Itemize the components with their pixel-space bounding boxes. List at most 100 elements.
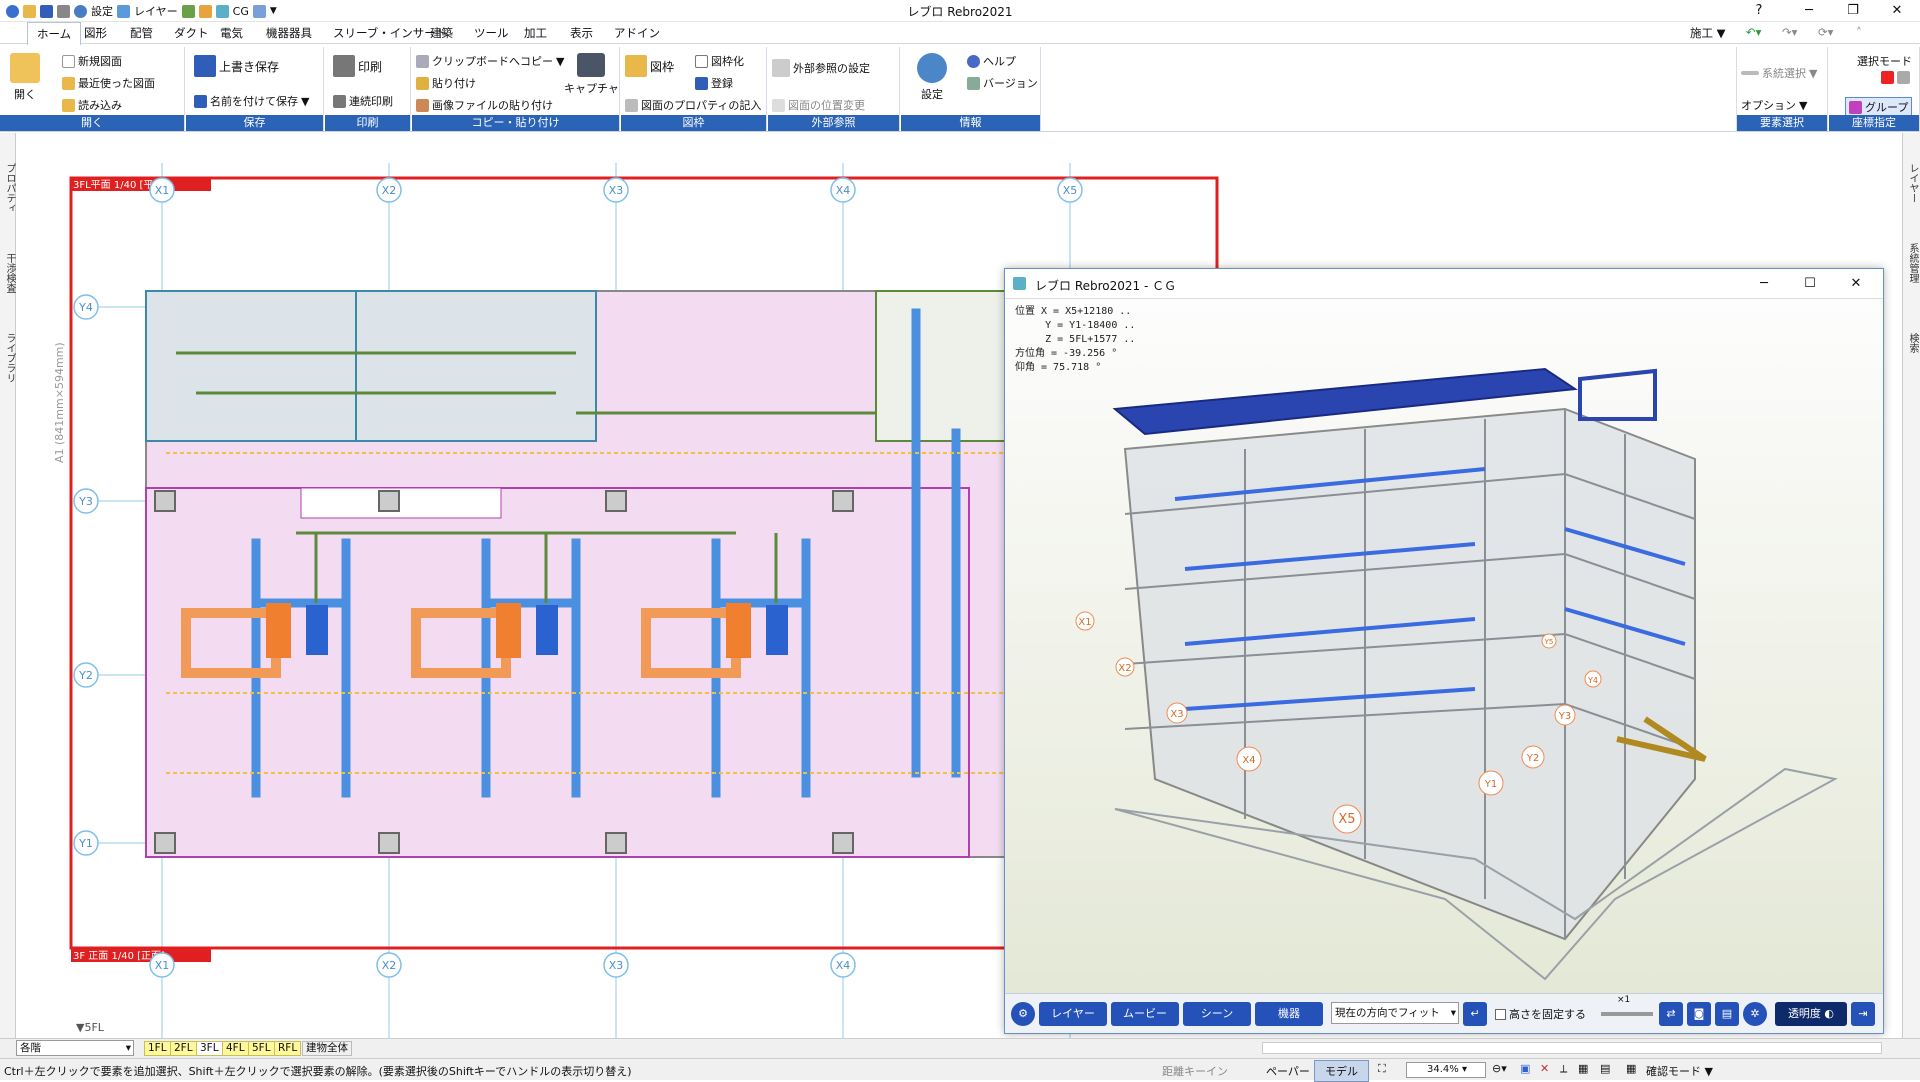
camera-icon[interactable]: ◙ [1687,1002,1711,1026]
overwrite-save-button[interactable]: 上書き保存 [194,55,279,77]
selection-mode-icons[interactable] [1881,71,1910,84]
cg-settings-icon[interactable]: ⚙ [1011,1002,1035,1026]
tab-processing[interactable]: 加工 [524,25,547,41]
tab-equipment[interactable]: 機器器具 [266,25,312,41]
external-ref-settings-button[interactable]: 外部参照の設定 [772,59,870,77]
options-button[interactable]: オプション ▼ [1741,97,1807,113]
layer-state-icon[interactable]: ▤ [1600,1062,1610,1075]
interference-check-tab[interactable]: 干渉検査 [2,253,17,293]
floor-tab-3fl[interactable]: 3FL [196,1041,223,1056]
search-tab[interactable]: 検索 [1905,333,1920,353]
tab-building[interactable]: 建築 [430,25,453,41]
redo-icon[interactable]: ↷▾ [1782,25,1797,39]
frame-button[interactable]: 図枠 [625,55,674,77]
model-space-tab[interactable]: モデル [1314,1060,1369,1082]
property-panel-tab[interactable]: プロパティ [2,163,17,213]
group-select-button[interactable]: グループ [1845,97,1913,117]
make-frame-button[interactable]: 図枠化 [695,53,744,69]
help-button[interactable]: ヘルプ [967,53,1016,69]
tab-duct[interactable]: ダクト [174,25,209,41]
mode-select[interactable]: 施工 ▼ [1690,25,1726,41]
check-mode-select[interactable]: 確認モード ▼ [1646,1063,1713,1079]
register-frame-button[interactable]: 登録 [695,75,733,91]
layer-panel-tab[interactable]: レイヤー [1905,163,1920,203]
tab-piping[interactable]: 配管 [130,25,153,41]
recent-drawings-button[interactable]: 最近使った図面 [62,75,155,91]
copy-clipboard-button[interactable]: クリップボードへコピー ▼ [416,53,564,69]
fit-view-icon[interactable]: ⛶ [1378,1062,1386,1076]
drawing-properties-button[interactable]: 図面のプロパティの記入 [625,97,761,113]
quick-settings-button[interactable]: 設定 [91,3,113,19]
save-as-button[interactable]: 名前を付けて保存 ▼ [194,93,309,109]
paste-button[interactable]: 貼り付け [416,75,476,91]
print-button[interactable]: 印刷 [333,55,382,77]
open-button[interactable]: 開く [10,53,40,102]
print-icon[interactable] [57,4,70,18]
cg-layer-button[interactable]: レイヤー [1039,1002,1107,1026]
expand-icon[interactable]: ⇥ [1851,1002,1875,1026]
tab-home[interactable]: ホーム [27,22,82,45]
tab-addin[interactable]: アドイン [614,25,660,41]
repeat-icon[interactable]: ⟳▾ [1818,25,1833,39]
cg-movie-button[interactable]: ムービー [1111,1002,1179,1026]
undo-icon[interactable]: ↶▾ [1746,25,1761,39]
app-icon[interactable] [6,4,19,18]
floor-tab-4fl[interactable]: 4FL [222,1041,249,1056]
floor-tab-rfl[interactable]: RFL [274,1041,302,1056]
grid-snap-icon[interactable]: ▦ [1578,1062,1588,1075]
minimize-button[interactable]: ─ [1786,0,1832,22]
cg-minimize-button[interactable]: ─ [1741,273,1787,295]
cg-scene-button[interactable]: シーン [1183,1002,1251,1026]
library-tab[interactable]: ライブラリ [2,333,17,383]
image-icon[interactable] [252,4,266,18]
floor-tab-5fl[interactable]: 5FL [248,1041,275,1056]
horizontal-scrollbar[interactable] [1262,1042,1882,1054]
grid-icon[interactable] [181,4,195,18]
snap-icon[interactable]: ▣ [1520,1062,1530,1075]
ortho-icon[interactable]: ⟂ [1560,1062,1567,1076]
paste-image-button[interactable]: 画像ファイルの貼り付け [416,97,553,113]
settings-button[interactable]: 設定 [917,53,947,102]
chevron-down-icon[interactable]: ▼ [270,6,277,16]
tab-tools[interactable]: ツール [474,25,509,41]
folder-icon[interactable] [23,4,36,18]
cg-maximize-button[interactable]: ☐ [1787,273,1833,295]
help-icon[interactable]: ? [1736,0,1782,22]
fit-direction-select[interactable]: 現在の方向でフィット ▾ [1331,1002,1459,1024]
floor-select[interactable]: 各階 ▾ [16,1040,134,1056]
swap-icon[interactable]: ⇄ [1659,1002,1683,1026]
printer-icon[interactable]: ▤ [1715,1002,1739,1026]
cg-3d-view[interactable]: 位置 X = X5+12180 .. Y = Y1-18400 .. Z = 5… [1005,299,1883,993]
enter-icon[interactable]: ↵ [1463,1002,1487,1026]
zoom-level-select[interactable]: 34.4% ▾ [1406,1062,1486,1078]
tab-view[interactable]: 表示 [570,25,593,41]
floor-tab-whole-building[interactable]: 建物全体 [302,1041,352,1056]
batch-print-button[interactable]: 連続印刷 [333,93,393,109]
restore-button[interactable]: ❐ [1830,0,1876,22]
new-drawing-button[interactable]: 新規図面 [62,53,122,69]
capture-button[interactable]: キャプチャ [564,53,619,96]
system-management-tab[interactable]: 系統管理 [1905,243,1920,283]
tab-electric[interactable]: 電気 [220,25,243,41]
speed-slider[interactable] [1601,1012,1653,1016]
ribbon-collapse-icon[interactable]: ˄ [1856,25,1862,39]
quick-layer-button[interactable]: レイヤー [134,3,178,19]
distance-keyin-button[interactable]: 距離キーイン [1162,1063,1228,1079]
version-button[interactable]: バージョン [967,75,1038,91]
zoom-out-icon[interactable]: ⊖▾ [1492,1062,1507,1075]
lock-icon[interactable] [198,4,212,18]
quick-cg-button[interactable]: CG [233,5,249,18]
floor-tab-1fl[interactable]: 1FL [144,1041,171,1056]
compass-icon[interactable]: ✲ [1743,1002,1767,1026]
transparency-toggle[interactable]: 透明度 ◐ [1775,1002,1847,1026]
close-button[interactable]: ✕ [1874,0,1920,22]
fix-height-checkbox[interactable]: 高さを固定する [1495,1006,1586,1022]
cross-snap-icon[interactable]: ✕ [1540,1062,1549,1075]
drawing-position-button[interactable]: 図面の位置変更 [772,97,865,113]
tab-shape[interactable]: 図形 [84,25,107,41]
paper-space-tab[interactable]: ペーパー [1266,1063,1310,1079]
cg-close-button[interactable]: ✕ [1833,273,1879,295]
floor-tab-2fl[interactable]: 2FL [170,1041,197,1056]
cg-equipment-button[interactable]: 機器 [1255,1002,1323,1026]
save-icon[interactable] [40,4,53,18]
